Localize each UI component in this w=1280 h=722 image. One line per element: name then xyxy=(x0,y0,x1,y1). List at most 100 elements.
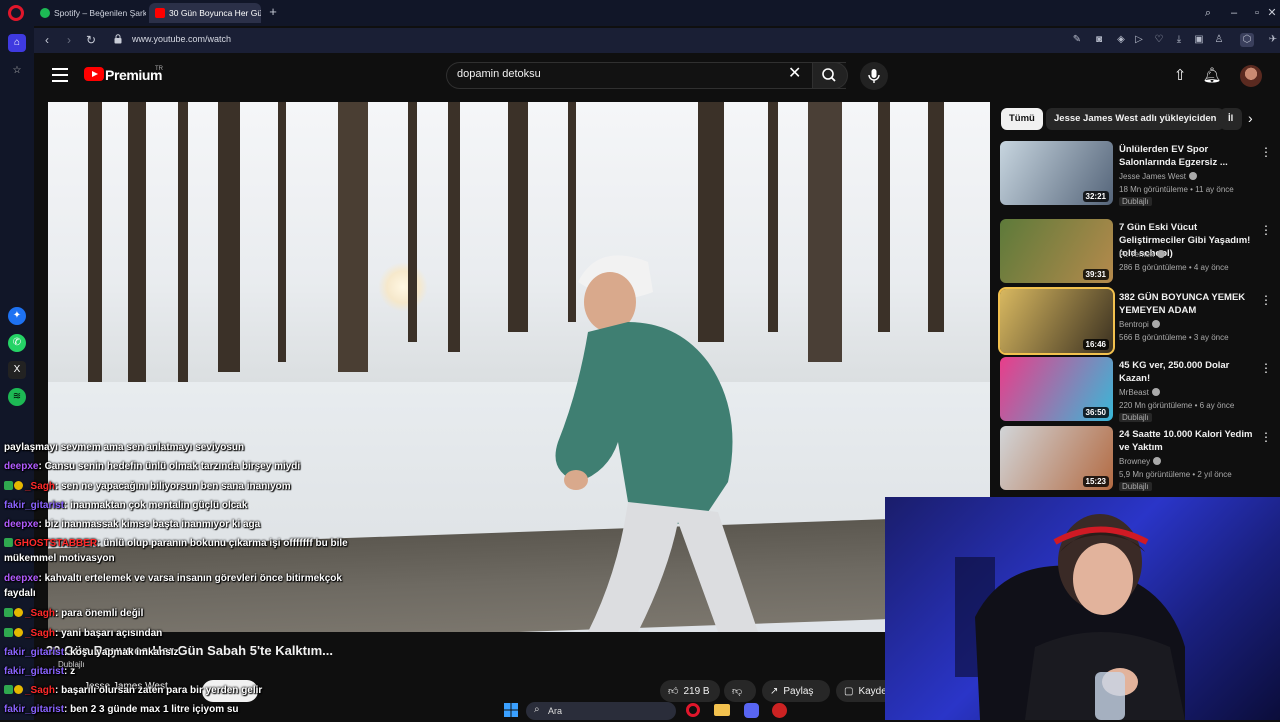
recommendation-title[interactable]: 24 Saatte 10.000 Kalori Yedim ve Yaktım xyxy=(1119,428,1257,454)
new-tab-icon[interactable]: + xyxy=(266,5,280,19)
file-explorer-icon[interactable] xyxy=(714,704,730,716)
chat-username[interactable]: _Sagh xyxy=(25,608,55,619)
chat-username[interactable]: _Sagh xyxy=(25,628,55,639)
recommendation-channel[interactable]: Bentropi xyxy=(1119,320,1160,329)
chat-username[interactable]: fakir_gitarist xyxy=(4,666,64,677)
share-button[interactable]: ↗ Paylaş xyxy=(762,680,830,702)
more-options-icon[interactable]: ⋮ xyxy=(1260,293,1272,307)
recommendation-item[interactable]: 16:46 382 GÜN BOYUNCA YEMEK YEMEYEN ADAM… xyxy=(998,287,1278,355)
back-icon[interactable]: ‹ xyxy=(38,31,56,49)
flow-icon[interactable]: ✈ xyxy=(1266,33,1280,47)
dislike-button[interactable]: 👎︎ xyxy=(724,680,756,702)
search-input[interactable] xyxy=(457,68,777,80)
video-thumbnail[interactable]: 32:21 xyxy=(1000,141,1113,205)
recommendation-channel[interactable]: Fit Yemek xyxy=(1119,250,1166,259)
recommendation-title[interactable]: Ünlülerden EV Spor Salonlarında Egzersiz… xyxy=(1119,143,1257,169)
extensions-icon[interactable]: ⬡ xyxy=(1240,33,1254,47)
tab-spotify[interactable]: Spotify – Beğenilen Şarkı... xyxy=(34,3,146,23)
spotify-sidebar-icon[interactable]: ≋ xyxy=(8,388,26,406)
chip-partial[interactable]: İl xyxy=(1220,108,1242,130)
cube-icon[interactable]: ◈ xyxy=(1114,33,1128,47)
chip-uploader[interactable]: Jesse James West adlı yükleyiciden xyxy=(1046,108,1225,130)
taskbar-search[interactable]: Ara xyxy=(526,702,676,720)
chevron-right-icon[interactable]: › xyxy=(1248,110,1253,126)
messenger-icon[interactable]: ✦ xyxy=(8,307,26,325)
recommendation-title[interactable]: 45 KG ver, 250.000 Dolar Kazan! xyxy=(1119,359,1257,385)
recommendation-channel[interactable]: Jesse James West xyxy=(1119,172,1197,181)
video-tree xyxy=(218,102,240,372)
chat-username[interactable]: deepxe xyxy=(4,573,38,584)
chat-text: inanmaktan çok mentalin güçlü olcak xyxy=(70,500,248,511)
video-thumbnail[interactable]: 39:31 xyxy=(1000,219,1113,283)
chat-username[interactable]: _Sagh xyxy=(25,685,55,696)
chat-message: fakir_gitarist: koşu yapmak imkansız xyxy=(4,647,179,658)
play-icon[interactable]: ▷ xyxy=(1132,33,1146,47)
bell-icon[interactable]: 🔔︎ xyxy=(1202,66,1222,86)
taskbar-search-icon: ⌕ xyxy=(534,704,540,715)
forward-icon[interactable]: › xyxy=(60,31,78,49)
close-window-icon[interactable]: ✕ xyxy=(1264,5,1280,21)
youtube-premium-logo[interactable]: Premium xyxy=(105,67,163,83)
maximize-icon[interactable]: ▫ xyxy=(1249,5,1265,21)
runner-figure xyxy=(555,255,758,632)
recommendation-channel[interactable]: MrBeast xyxy=(1119,388,1160,397)
profile-icon[interactable]: ♙ xyxy=(1212,33,1226,47)
chat-username[interactable]: fakir_gitarist xyxy=(4,500,64,511)
app-icon[interactable] xyxy=(772,703,787,718)
video-thumbnail[interactable]: 36:50 xyxy=(1000,357,1113,421)
chat-username[interactable]: _Sagh xyxy=(25,481,55,492)
edit-icon[interactable]: ✎ xyxy=(1070,33,1084,47)
chat-username[interactable]: GHOSTSTABBER xyxy=(14,538,97,549)
video-tree xyxy=(128,102,146,382)
menu-icon[interactable] xyxy=(52,68,68,82)
discord-icon[interactable] xyxy=(744,703,759,718)
video-thumbnail[interactable]: 15:23 xyxy=(1000,426,1113,490)
chat-username[interactable]: fakir_gitarist xyxy=(4,704,64,715)
search-button[interactable] xyxy=(812,62,848,89)
whatsapp-icon[interactable]: ✆ xyxy=(8,334,26,352)
home-icon[interactable]: ⌂ xyxy=(8,34,26,52)
recommendation-item[interactable]: 36:50 45 KG ver, 250.000 Dolar Kazan! Mr… xyxy=(1000,357,1278,423)
lock-icon xyxy=(114,34,122,44)
opera-icon[interactable] xyxy=(8,5,24,21)
chat-username[interactable]: deepxe xyxy=(4,461,38,472)
recommendation-item[interactable]: 39:31 7 Gün Eski Vücut Geliştirmeciler G… xyxy=(1000,219,1278,285)
chat-text: Cansu senin hedefin ünlü olmak tarzında … xyxy=(44,461,301,472)
camera-icon[interactable]: ◙ xyxy=(1092,33,1106,47)
recommendation-item[interactable]: 32:21 Ünlülerden EV Spor Salonlarında Eg… xyxy=(1000,141,1278,207)
voice-search-button[interactable] xyxy=(860,62,888,90)
reload-icon[interactable]: ↻ xyxy=(82,31,100,49)
heart-icon[interactable]: ♡ xyxy=(1152,33,1166,47)
more-options-icon[interactable]: ⋮ xyxy=(1260,430,1272,444)
minimize-icon[interactable]: – xyxy=(1226,5,1242,21)
video-thumbnail[interactable]: 16:46 xyxy=(998,287,1115,355)
chat-badge-icon xyxy=(4,481,13,490)
recommendation-item[interactable]: 15:23 24 Saatte 10.000 Kalori Yedim ve Y… xyxy=(1000,426,1278,492)
like-button[interactable]: 👍︎ 219 B xyxy=(660,680,720,702)
chip-all[interactable]: Tümü xyxy=(1001,108,1043,130)
avatar[interactable] xyxy=(1240,65,1262,87)
windows-start-icon[interactable] xyxy=(504,703,518,717)
chat-username[interactable]: fakir_gitarist xyxy=(4,647,64,658)
recommendation-title[interactable]: 382 GÜN BOYUNCA YEMEK YEMEYEN ADAM xyxy=(1119,291,1257,317)
opera-taskbar-icon[interactable] xyxy=(686,703,700,717)
more-options-icon[interactable]: ⋮ xyxy=(1260,223,1272,237)
video-tree xyxy=(278,102,286,362)
chat-username[interactable]: deepxe xyxy=(4,519,38,530)
tab-youtube[interactable]: 30 Gün Boyunca Her Gün... xyxy=(149,3,261,23)
upload-icon[interactable]: ⇧ xyxy=(1170,66,1190,86)
chat-message: paylaşmayı sevmem ama sen anlatmayı sevi… xyxy=(4,440,366,455)
wallet-icon[interactable]: ▣ xyxy=(1192,33,1206,47)
more-options-icon[interactable]: ⋮ xyxy=(1260,145,1272,159)
recommendation-channel[interactable]: Browney xyxy=(1119,457,1162,466)
youtube-logo-icon[interactable] xyxy=(84,67,104,81)
chat-text: koşu yapmak imkansız xyxy=(70,647,179,658)
video-tree xyxy=(408,102,417,342)
download-icon[interactable]: ⤓ xyxy=(1172,33,1186,47)
more-options-icon[interactable]: ⋮ xyxy=(1260,361,1272,375)
search-tabs-icon[interactable]: ⌕ xyxy=(1200,5,1216,21)
star-icon[interactable]: ☆ xyxy=(8,62,26,80)
chat-message: fakir_gitarist: inanmaktan çok mentalin … xyxy=(4,500,248,511)
url-field[interactable]: www.youtube.com/watch xyxy=(132,34,231,44)
x-twitter-icon[interactable]: X xyxy=(8,361,26,379)
